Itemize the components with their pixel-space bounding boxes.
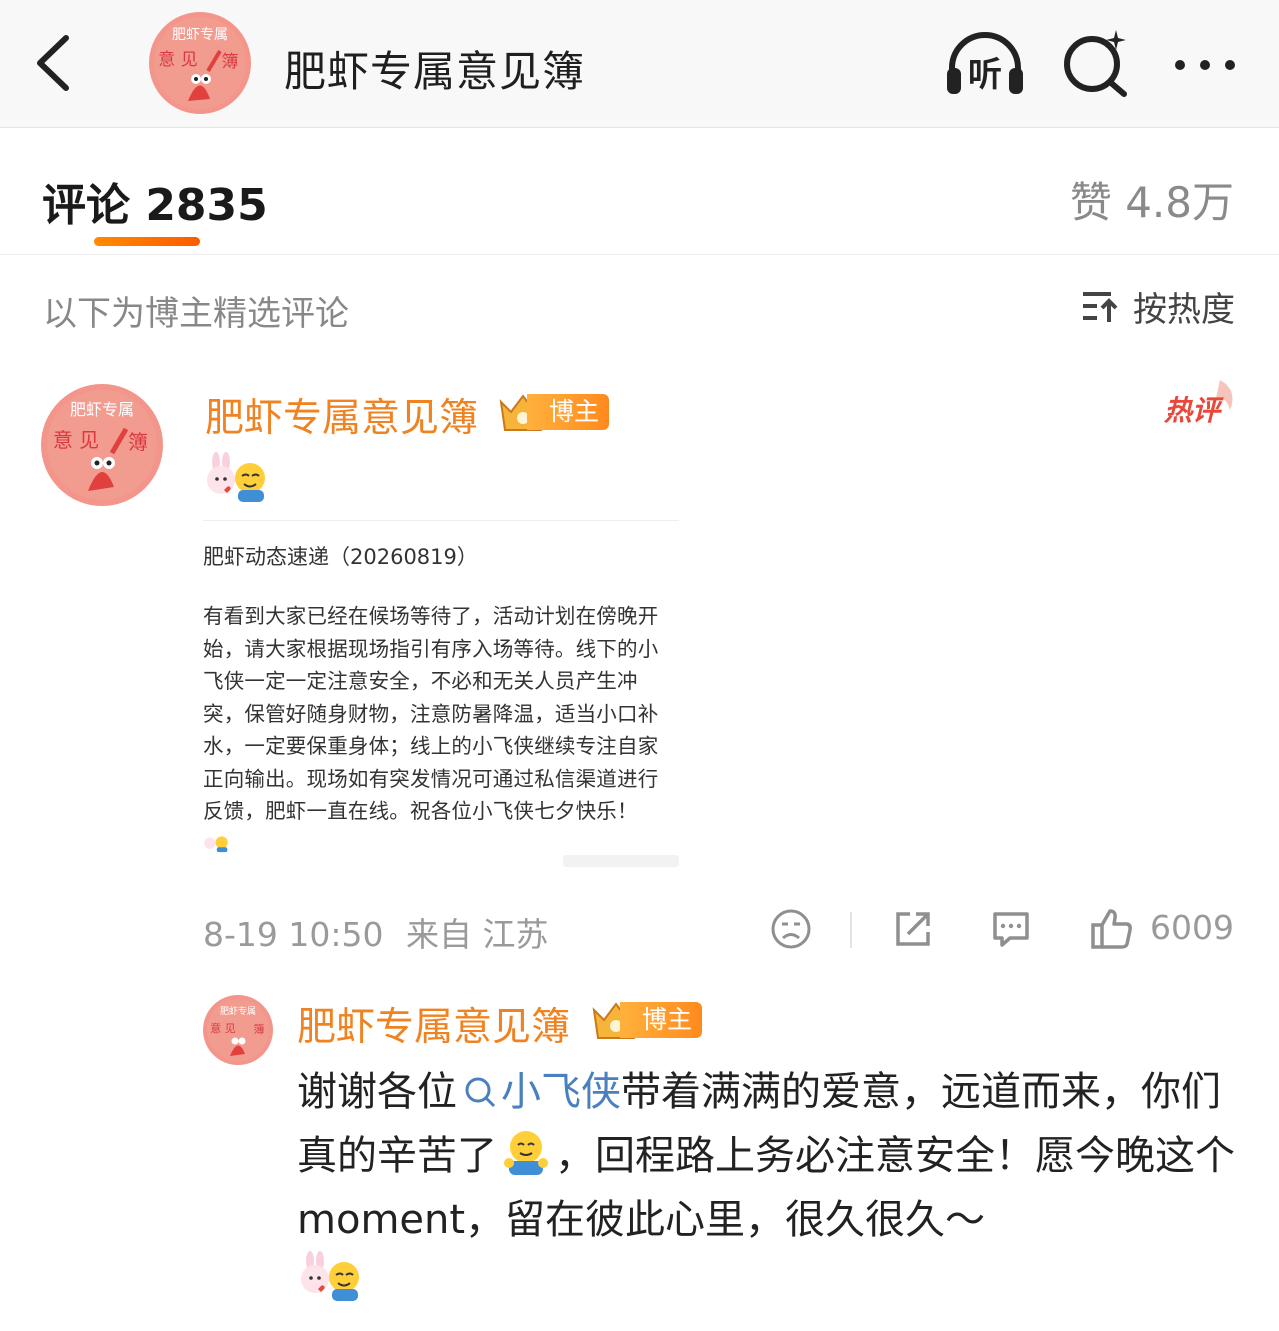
selected-comments-note: 以下为博主精选评论 xyxy=(43,294,349,334)
svg-text:意 见: 意 见 xyxy=(158,50,197,70)
svg-text:肥虾专属: 肥虾专属 xyxy=(220,1005,256,1017)
svg-text:肥虾专属: 肥虾专属 xyxy=(172,27,228,43)
sort-icon xyxy=(1083,292,1118,322)
svg-text:意 见: 意 见 xyxy=(210,1021,236,1035)
back-button[interactable] xyxy=(30,30,80,96)
topic-link-xiaofeixia[interactable]: 小飞侠 xyxy=(457,1069,621,1115)
tab-likes[interactable]: 赞 4.8万 xyxy=(1070,169,1234,230)
ai-search-icon xyxy=(1064,30,1127,97)
hot-comment-tag: 热评 xyxy=(1163,380,1233,427)
svg-text:簿: 簿 xyxy=(128,430,148,454)
reply-text: 谢谢各位 小飞侠带着满满的爱意，远道而来，你们真的辛苦了 ，回程路上务必注意安全！愿… xyxy=(297,1069,1235,1243)
headphones-listen-icon: 听 xyxy=(947,32,1023,95)
top-bar: 肥虾专属 意 见 簿 肥虾专属意见簿 听 xyxy=(0,0,1279,128)
more-dots-icon xyxy=(1175,60,1235,70)
bunny-hug-emoji xyxy=(301,1251,359,1301)
active-tab-indicator xyxy=(94,237,200,246)
sad-face-icon xyxy=(771,909,811,949)
more-button[interactable] xyxy=(1170,50,1240,80)
dislike-button[interactable] xyxy=(770,908,812,954)
like-button[interactable] xyxy=(1090,908,1134,954)
tab-comments[interactable]: 评论 2835 xyxy=(42,169,268,233)
comment-meta: 8-19 10:50 来自 江苏 xyxy=(203,908,549,956)
share-button[interactable] xyxy=(892,908,934,954)
svg-text:肥虾专属: 肥虾专属 xyxy=(70,400,134,419)
comment-location: 来自 江苏 xyxy=(406,915,549,954)
blogger-badge: 博主 xyxy=(497,390,610,434)
bunny-hug-emoji xyxy=(207,452,265,502)
comment-author-name[interactable]: 肥虾专属意见簿 xyxy=(205,387,478,443)
share-icon xyxy=(896,912,930,946)
svg-text:热评: 热评 xyxy=(1163,394,1224,427)
account-title: 肥虾专属意见簿 xyxy=(284,47,586,96)
account-avatar[interactable]: 肥虾专属 意 见 簿 xyxy=(148,11,252,115)
comment-time: 8-19 10:50 xyxy=(203,915,384,954)
bunny-hug-emoji xyxy=(204,836,228,853)
blogger-badge: 博主 xyxy=(590,998,703,1042)
comment-icon xyxy=(993,912,1029,947)
post-card-body: 有看到大家已经在候场等待了，活动计划在傍晚开始，请大家根据现场指引有序入场等待。… xyxy=(203,604,659,823)
post-card-image[interactable]: 肥虾动态速递（20260819） 有看到大家已经在候场等待了，活动计划在傍晚开始… xyxy=(203,520,679,872)
svg-text:簿: 簿 xyxy=(254,1022,265,1036)
svg-text:意 见: 意 见 xyxy=(53,428,99,452)
reply-author-name[interactable]: 肥虾专属意见簿 xyxy=(297,996,570,1052)
reply-button[interactable] xyxy=(990,908,1032,954)
image-watermark xyxy=(563,855,679,867)
svg-text:簿: 簿 xyxy=(222,52,239,72)
comments-header: 评论 2835 赞 4.8万 xyxy=(0,129,1279,255)
search-button[interactable] xyxy=(1060,26,1132,98)
chevron-left-icon xyxy=(37,35,69,91)
search-link-icon xyxy=(465,1077,496,1108)
listen-button[interactable]: 听 xyxy=(944,28,1026,98)
thumbs-up-icon xyxy=(1091,909,1132,949)
hug-emoji xyxy=(504,1131,548,1175)
comment-author-avatar[interactable]: 肥虾专属 意 见 簿 xyxy=(40,383,164,507)
reply-author-avatar[interactable]: 肥虾专属 意 见 簿 xyxy=(202,994,274,1066)
like-count: 6009 xyxy=(1150,908,1234,947)
svg-text:听: 听 xyxy=(968,55,1002,95)
sort-label: 按热度 xyxy=(1133,289,1235,330)
action-divider xyxy=(850,912,852,948)
sort-button[interactable]: 按热度 xyxy=(1081,284,1235,330)
post-card-title: 肥虾动态速递（20260819） xyxy=(203,545,478,569)
